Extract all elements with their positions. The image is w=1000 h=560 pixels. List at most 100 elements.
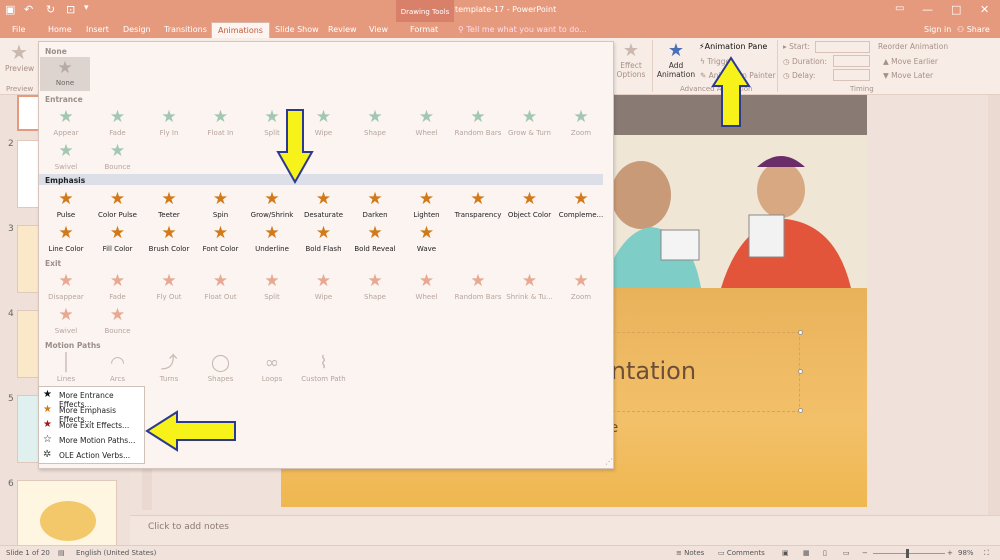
zoom-in-icon[interactable]: + [947,549,953,557]
normal-view-icon[interactable]: ▣ [782,549,789,557]
entrance-item-shape[interactable]: ★ Shape [349,106,401,140]
emphasis-item-transparency[interactable]: ★ Transparency [452,188,504,222]
emphasis-item-underline[interactable]: ★ Underline [246,222,298,256]
menu-item-more-entrance[interactable]: ★ More Entrance Effects... [39,388,146,410]
entrance-item-random-bars[interactable]: ★ Random Bars [452,106,504,140]
tab-transitions[interactable]: Transitions [164,25,207,34]
notes-placeholder[interactable]: Click to add notes [148,522,229,532]
menu-item-more-motion-paths[interactable]: ☆ More Motion Paths... [39,433,146,448]
exit-item-split[interactable]: ★ Split [246,270,298,304]
tell-me-search[interactable]: ⚲ Tell me what you want to do... [458,25,587,34]
paths-item-arcs[interactable]: ◠ Arcs [92,352,144,386]
slide-sorter-icon[interactable]: ▦ [803,549,810,557]
exit-item-fly-out[interactable]: ★ Fly Out [143,270,195,304]
emphasis-item-desaturate[interactable]: ★ Desaturate [298,188,350,222]
exit-item-zoom[interactable]: ★ Zoom [555,270,607,304]
emphasis-item-grow-shrink[interactable]: ★ Grow/Shrink [246,188,298,222]
exit-item-wipe[interactable]: ★ Wipe [298,270,350,304]
start-select[interactable] [815,41,870,53]
tab-file[interactable]: File [12,25,25,34]
resize-handle[interactable] [798,408,803,413]
entrance-item-zoom[interactable]: ★ Zoom [555,106,607,140]
tab-home[interactable]: Home [48,25,72,34]
emphasis-item-fill-color[interactable]: ★ Fill Color [92,222,144,256]
menu-item-ole-verbs[interactable]: ✲ OLE Action Verbs... [39,448,146,463]
emphasis-item-darken[interactable]: ★ Darken [349,188,401,222]
sign-in-link[interactable]: Sign in [924,25,951,34]
paths-item-loops[interactable]: ∞ Loops [246,352,298,386]
close-icon[interactable]: ✕ [980,3,989,16]
move-later-button[interactable]: ▼ Move Later [883,71,933,80]
emphasis-item-compleme[interactable]: ★ Compleme... [555,188,607,222]
move-earlier-button[interactable]: ▲ Move Earlier [883,57,938,66]
tab-slide-show[interactable]: Slide Show [275,25,319,34]
slideshow-view-icon[interactable]: ▭ [843,549,850,557]
zoom-out-icon[interactable]: − [862,549,868,557]
share-button[interactable]: ⚇ Share [957,25,990,34]
tab-design[interactable]: Design [123,25,151,34]
preview-button[interactable]: ★ Preview [5,40,34,73]
none-animation-item[interactable]: ★ None [40,57,90,91]
emphasis-item-line-color[interactable]: ★ Line Color [40,222,92,256]
minimize-icon[interactable]: — [922,3,933,16]
tab-review[interactable]: Review [328,25,357,34]
tab-format[interactable]: Format [410,25,438,34]
save-icon[interactable]: ▣ [5,3,15,16]
spelling-icon[interactable]: ▤ [58,549,65,557]
customize-quick-access-icon[interactable]: ▾ [84,3,89,13]
entrance-item-grow-turn[interactable]: ★ Grow & Turn [504,106,556,140]
emphasis-item-bold-reveal[interactable]: ★ Bold Reveal [349,222,401,256]
reading-view-icon[interactable]: ▯ [823,549,827,557]
undo-icon[interactable]: ↶ [24,3,33,16]
emphasis-item-bold-flash[interactable]: ★ Bold Flash [298,222,350,256]
delay-field[interactable] [833,69,870,81]
entrance-item-fade[interactable]: ★ Fade [92,106,144,140]
emphasis-item-wave[interactable]: ★ Wave [401,222,453,256]
emphasis-item-font-color[interactable]: ★ Font Color [195,222,247,256]
resize-grip-icon[interactable]: ⋰ [605,457,613,466]
notes-toggle[interactable]: ≡ Notes [676,549,704,557]
slide-thumbnail-6[interactable] [17,480,117,548]
zoom-level[interactable]: 98% [958,549,974,557]
tab-view[interactable]: View [369,25,388,34]
notes-pane[interactable] [130,515,1000,545]
entrance-item-float-in[interactable]: ★ Float In [195,106,247,140]
zoom-slider[interactable] [873,553,945,554]
fit-slide-icon[interactable]: ⛶ [984,549,989,558]
entrance-item-appear[interactable]: ★ Appear [40,106,92,140]
zoom-slider-thumb[interactable] [906,549,909,558]
exit-item-random-bars[interactable]: ★ Random Bars [452,270,504,304]
menu-item-more-exit[interactable]: ★ More Exit Effects... [39,418,146,433]
exit-item-disappear[interactable]: ★ Disappear [40,270,92,304]
paths-item-lines[interactable]: │ Lines [40,352,92,386]
vertical-scrollbar[interactable] [988,95,1000,515]
emphasis-item-lighten[interactable]: ★ Lighten [401,188,453,222]
menu-item-more-emphasis[interactable]: ★ More Emphasis Effects... [39,403,146,425]
emphasis-item-spin[interactable]: ★ Spin [195,188,247,222]
effect-options-button[interactable]: ★ Effect Options [614,40,648,79]
comments-toggle[interactable]: ▭ Comments [718,549,765,557]
resize-handle[interactable] [798,369,803,374]
paths-item-custom-path[interactable]: ⌇ Custom Path [298,352,350,386]
exit-item-shrink-tu[interactable]: ★ Shrink & Tu... [504,270,556,304]
emphasis-item-teeter[interactable]: ★ Teeter [143,188,195,222]
emphasis-item-brush-color[interactable]: ★ Brush Color [143,222,195,256]
resize-handle[interactable] [798,330,803,335]
exit-item-bounce[interactable]: ★ Bounce [92,304,144,338]
ribbon-display-options-icon[interactable]: ▭ [895,3,904,14]
entrance-item-fly-in[interactable]: ★ Fly In [143,106,195,140]
start-slideshow-icon[interactable]: ⊡ [66,3,75,16]
exit-item-wheel[interactable]: ★ Wheel [401,270,453,304]
tab-insert[interactable]: Insert [86,25,109,34]
exit-item-float-out[interactable]: ★ Float Out [195,270,247,304]
language-indicator[interactable]: English (United States) [76,549,156,557]
emphasis-item-color-pulse[interactable]: ★ Color Pulse [92,188,144,222]
entrance-item-wheel[interactable]: ★ Wheel [401,106,453,140]
duration-field[interactable] [833,55,870,67]
tab-animations[interactable]: Animations [211,22,270,38]
emphasis-item-pulse[interactable]: ★ Pulse [40,188,92,222]
paths-item-shapes[interactable]: ◯ Shapes [195,352,247,386]
entrance-item-bounce[interactable]: ★ Bounce [92,140,144,174]
exit-item-fade[interactable]: ★ Fade [92,270,144,304]
entrance-item-swivel[interactable]: ★ Swivel [40,140,92,174]
